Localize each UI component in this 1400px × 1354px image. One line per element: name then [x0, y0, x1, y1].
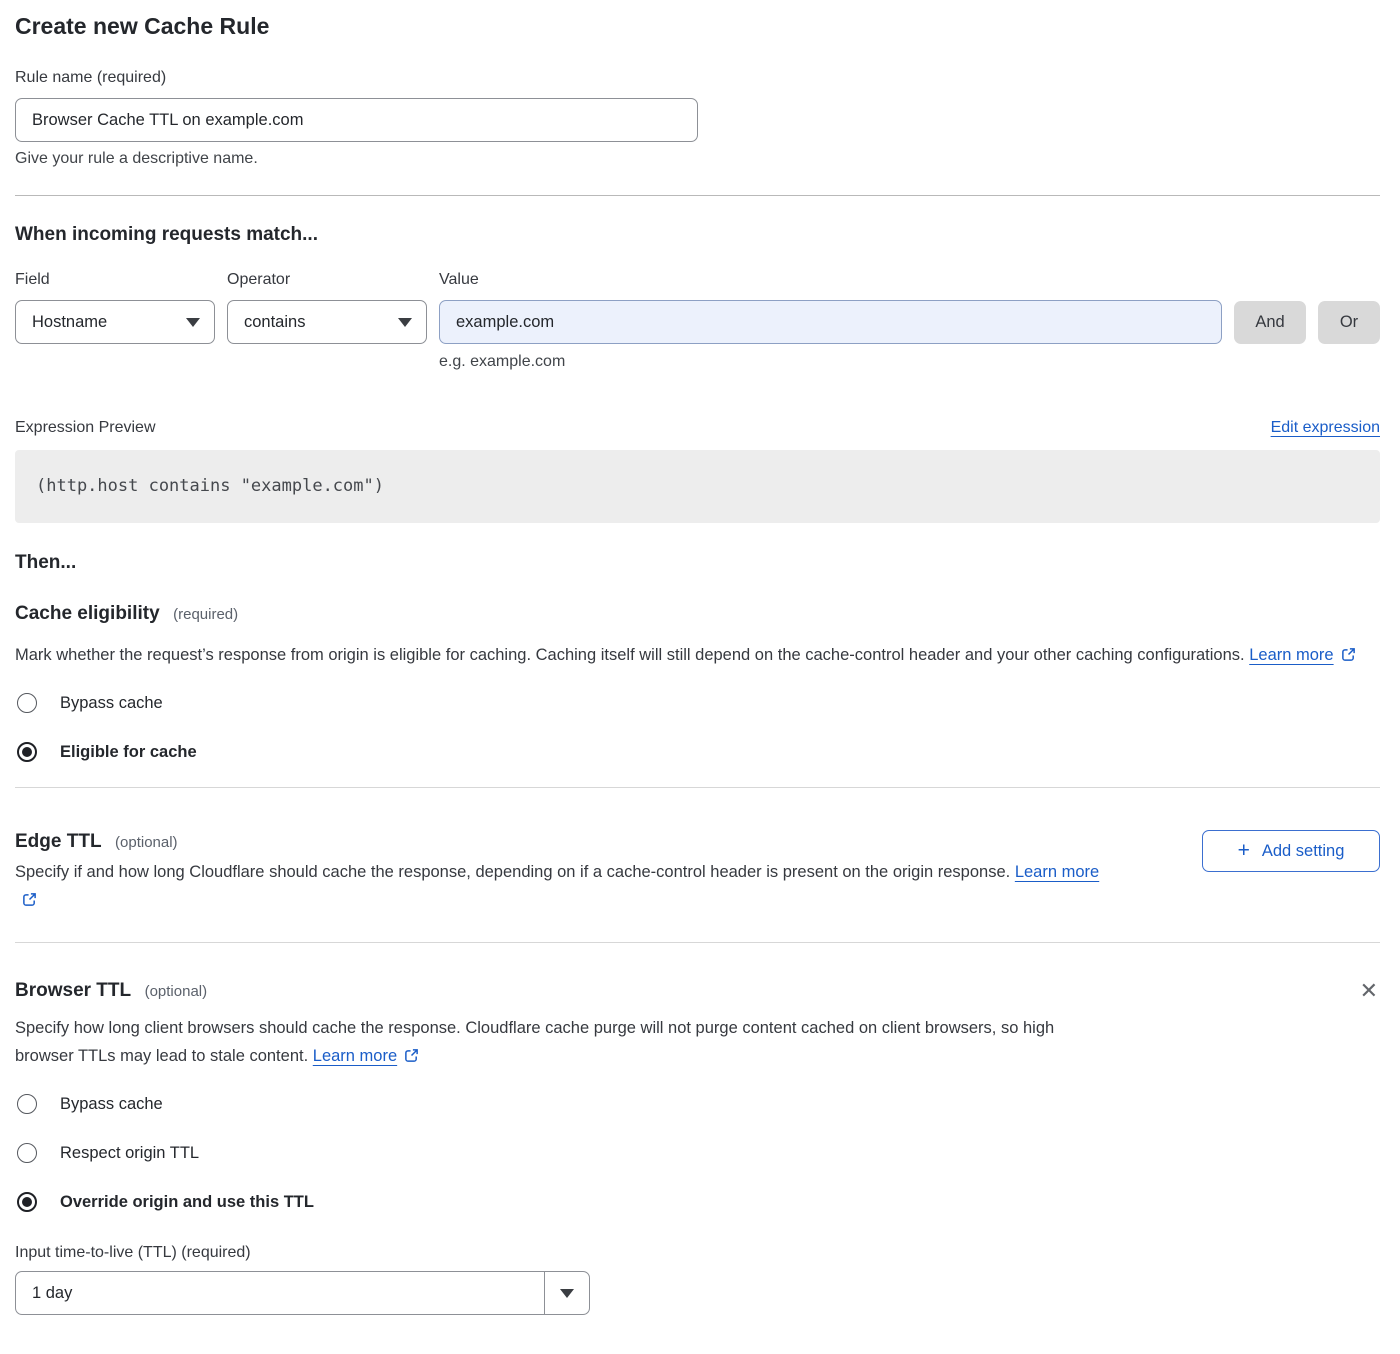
expression-preview-label: Expression Preview — [15, 418, 156, 438]
then-heading: Then... — [15, 551, 1380, 575]
match-labels-row: Field Operator Value — [15, 270, 1380, 290]
page-title: Create new Cache Rule — [15, 12, 1380, 40]
value-input[interactable] — [439, 300, 1222, 344]
cache-eligibility-description-text: Mark whether the request’s response from… — [15, 646, 1245, 664]
expression-code: (http.host contains "example.com") — [36, 476, 384, 496]
plus-icon: + — [1238, 840, 1250, 861]
operator-label: Operator — [227, 270, 427, 290]
browser-ttl-title: Browser TTL — [15, 980, 131, 1001]
radio-circle-unchecked — [17, 693, 37, 713]
browser-ttl-description: Specify how long client browsers should … — [15, 1014, 1110, 1072]
radio-circle-unchecked — [17, 1094, 37, 1114]
or-button[interactable]: Or — [1318, 301, 1380, 344]
radio-bypass-cache[interactable]: Bypass cache — [15, 693, 163, 713]
radio-circle-checked — [17, 1192, 37, 1212]
field-select-value: Hostname — [32, 313, 107, 332]
match-controls-row: Hostname contains And Or — [15, 300, 1380, 344]
ttl-select-arrow-button[interactable] — [544, 1272, 589, 1314]
external-link-icon — [404, 1044, 419, 1072]
edit-expression-link[interactable]: Edit expression — [1271, 419, 1380, 437]
edge-ttl-heading: Edge TTL (optional) — [15, 830, 178, 854]
radio-circle-checked — [17, 742, 37, 762]
divider — [15, 942, 1380, 943]
rule-name-input[interactable] — [15, 98, 698, 142]
chevron-down-icon — [186, 318, 200, 327]
field-select[interactable]: Hostname — [15, 300, 215, 344]
browser-ttl-header-row: Browser TTL (optional) ✕ — [15, 979, 1380, 1003]
add-setting-label: Add setting — [1262, 842, 1345, 861]
radio-browser-bypass-cache[interactable]: Bypass cache — [15, 1094, 163, 1114]
value-hint-row: e.g. example.com — [15, 344, 1380, 372]
cache-eligibility-learn-more-link[interactable]: Learn more — [1249, 646, 1333, 664]
divider — [15, 787, 1380, 788]
field-label: Field — [15, 270, 215, 290]
required-badge: (required) — [173, 606, 238, 623]
add-setting-button[interactable]: + Add setting — [1202, 830, 1380, 872]
browser-ttl-radio-group: Bypass cache Respect origin TTL Override… — [15, 1094, 1380, 1212]
value-label: Value — [439, 270, 1222, 290]
expression-code-box: (http.host contains "example.com") — [15, 450, 1380, 523]
external-link-icon — [1341, 643, 1356, 671]
radio-label: Respect origin TTL — [60, 1143, 199, 1163]
radio-circle-unchecked — [17, 1143, 37, 1163]
operator-select[interactable]: contains — [227, 300, 427, 344]
chevron-down-icon — [560, 1289, 574, 1298]
ttl-select-value: 1 day — [16, 1272, 544, 1314]
optional-badge: (optional) — [115, 834, 178, 851]
rule-name-label: Rule name (required) — [15, 68, 1380, 88]
radio-label: Bypass cache — [60, 1094, 163, 1114]
edge-ttl-title: Edge TTL — [15, 831, 102, 852]
optional-badge: (optional) — [145, 983, 208, 1000]
radio-eligible-for-cache[interactable]: Eligible for cache — [15, 742, 197, 762]
chevron-down-icon — [398, 318, 412, 327]
ttl-input-label: Input time-to-live (TTL) (required) — [15, 1243, 1380, 1263]
browser-ttl-heading: Browser TTL (optional) — [15, 979, 207, 1003]
browser-ttl-description-text: Specify how long client browsers should … — [15, 1019, 1054, 1065]
expression-preview-row: Expression Preview Edit expression — [15, 418, 1380, 438]
cache-eligibility-title: Cache eligibility — [15, 603, 160, 624]
radio-label: Override origin and use this TTL — [60, 1192, 314, 1212]
cache-eligibility-description: Mark whether the request’s response from… — [15, 641, 1380, 671]
operator-select-value: contains — [244, 313, 305, 332]
and-button[interactable]: And — [1234, 301, 1306, 344]
external-link-icon — [22, 888, 37, 916]
cache-eligibility-radio-group: Bypass cache Eligible for cache — [15, 693, 1380, 762]
edge-ttl-description: Specify if and how long Cloudflare shoul… — [15, 858, 1110, 916]
create-cache-rule-form: Create new Cache Rule Rule name (require… — [0, 0, 1400, 1333]
radio-label: Eligible for cache — [60, 742, 197, 762]
ttl-select[interactable]: 1 day — [15, 1271, 590, 1315]
rule-name-help: Give your rule a descriptive name. — [15, 149, 1380, 169]
divider — [15, 195, 1380, 196]
cache-eligibility-heading: Cache eligibility (required) — [15, 602, 1380, 626]
value-hint: e.g. example.com — [439, 352, 1222, 372]
radio-respect-origin-ttl[interactable]: Respect origin TTL — [15, 1143, 199, 1163]
edge-ttl-description-text: Specify if and how long Cloudflare shoul… — [15, 863, 1010, 881]
edge-ttl-learn-more-link[interactable]: Learn more — [1015, 863, 1099, 881]
match-section-heading: When incoming requests match... — [15, 223, 1380, 247]
radio-override-origin-ttl[interactable]: Override origin and use this TTL — [15, 1192, 314, 1212]
radio-label: Bypass cache — [60, 693, 163, 713]
close-icon[interactable]: ✕ — [1356, 979, 1382, 1003]
browser-ttl-learn-more-link[interactable]: Learn more — [313, 1047, 397, 1065]
